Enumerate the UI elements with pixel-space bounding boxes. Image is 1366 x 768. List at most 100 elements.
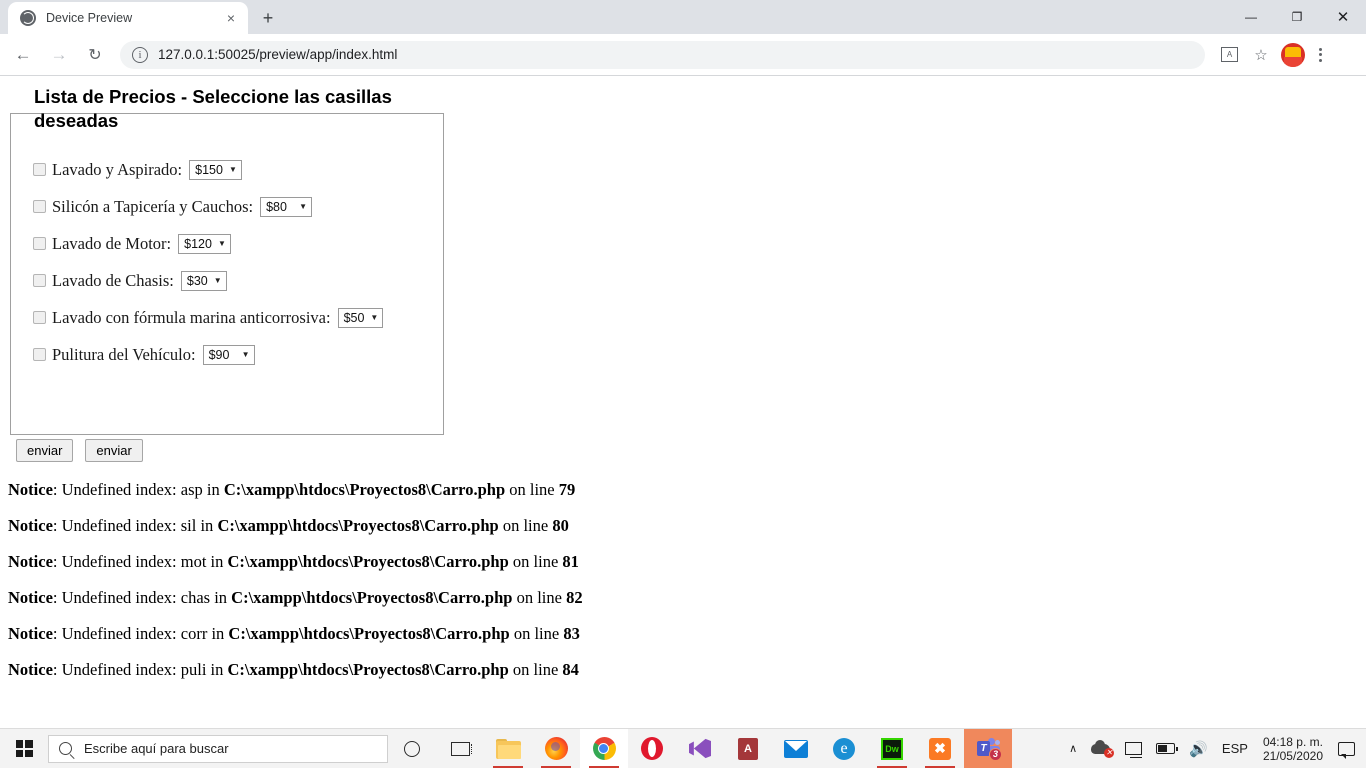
taskbar-app-dreamweaver[interactable]: Dw xyxy=(868,729,916,768)
search-icon xyxy=(59,742,72,755)
price-select-lavado-chasis[interactable]: $30 ▼ xyxy=(180,270,227,291)
price-select-silicon-tapiceria[interactable]: $80 ▼ xyxy=(260,196,313,217)
network-tray-icon[interactable] xyxy=(1118,729,1149,768)
avatar[interactable] xyxy=(1281,42,1305,67)
bookmark-star-icon[interactable]: ☆ xyxy=(1247,41,1275,69)
notification-center-button[interactable] xyxy=(1331,729,1362,768)
list-item[interactable]: Lavado de Motor: $120 ▼ xyxy=(33,232,443,255)
page-viewport: Lista de Precios - Seleccione las casill… xyxy=(0,77,1366,728)
list-item[interactable]: Lavado y Aspirado: $150 ▼ xyxy=(33,158,443,181)
tab-title: Device Preview xyxy=(46,11,133,25)
taskbar-search-input[interactable]: Escribe aquí para buscar xyxy=(48,734,388,763)
minimize-button[interactable]: — xyxy=(1228,0,1274,34)
checkbox-formula-marina[interactable] xyxy=(33,311,46,324)
onedrive-error-badge: ✕ xyxy=(1104,748,1115,758)
price-select-pulitura-vehiculo[interactable]: $90 ▼ xyxy=(202,344,255,365)
list-item-label: Lavado con fórmula marina anticorrosiva: xyxy=(52,307,331,327)
notice-file: C:\xampp\htdocs\Proyectos8\Carro.php xyxy=(227,552,509,571)
clock[interactable]: 04:18 p. m. 21/05/2020 xyxy=(1255,735,1331,763)
close-tab-icon[interactable]: × xyxy=(222,9,240,27)
visual-studio-code-icon xyxy=(689,738,711,759)
taskbar-app-opera[interactable] xyxy=(628,729,676,768)
translate-glyph: A xyxy=(1220,47,1238,62)
taskbar-app-edge[interactable]: e xyxy=(820,729,868,768)
list-item-label: Lavado y Aspirado: xyxy=(52,159,183,179)
notice-online: on line xyxy=(512,588,567,607)
taskbar-app-xampp[interactable]: ✖ xyxy=(916,729,964,768)
notice-tag: Notice xyxy=(8,516,53,535)
php-notice: Notice: Undefined index: chas in C:\xamp… xyxy=(8,588,1358,608)
page-content: Lista de Precios - Seleccione las casill… xyxy=(0,77,1366,704)
taskbar-app-vscode[interactable] xyxy=(676,729,724,768)
price-select-formula-marina[interactable]: $50 ▼ xyxy=(337,307,384,328)
notice-sep: : xyxy=(52,624,62,643)
notice-online: on line xyxy=(498,516,553,535)
notification-icon xyxy=(1338,741,1355,759)
volume-tray-icon[interactable]: 🔊 xyxy=(1182,729,1215,768)
window-controls: — ❐ ✕ xyxy=(1228,0,1366,34)
notice-file: C:\xampp\htdocs\Proyectos8\Carro.php xyxy=(228,624,510,643)
microsoft-teams-icon: T 3 xyxy=(976,737,1002,761)
notice-message: Undefined index: mot in xyxy=(61,552,228,571)
list-item[interactable]: Pulitura del Vehículo: $90 ▼ xyxy=(33,343,443,366)
taskbar-app-file-explorer[interactable] xyxy=(484,729,532,768)
cortana-button[interactable] xyxy=(388,729,436,768)
onedrive-icon: ✕ xyxy=(1091,740,1115,758)
price-select-lavado-motor[interactable]: $120 ▼ xyxy=(178,233,231,254)
submit-button-2[interactable]: enviar xyxy=(85,439,143,462)
taskbar-app-chrome[interactable] xyxy=(580,728,628,768)
list-item-label: Lavado de Motor: xyxy=(52,233,172,253)
list-item[interactable]: Lavado con fórmula marina anticorrosiva:… xyxy=(33,306,443,329)
taskbar-app-teams[interactable]: T 3 xyxy=(964,728,1012,768)
site-info-icon[interactable]: i xyxy=(132,46,148,63)
list-item[interactable]: Silicón a Tapicería y Cauchos: $80 ▼ xyxy=(33,195,443,218)
close-window-button[interactable]: ✕ xyxy=(1320,0,1366,34)
windows-logo-icon xyxy=(15,740,33,757)
price-value: $90 xyxy=(208,347,230,362)
taskbar-app-mail[interactable] xyxy=(772,729,820,768)
php-notice: Notice: Undefined index: corr in C:\xamp… xyxy=(8,624,1358,644)
browser-tab[interactable]: Device Preview × xyxy=(8,2,248,34)
address-bar[interactable]: i 127.0.0.1:50025/preview/app/index.html xyxy=(120,40,1205,69)
translate-icon[interactable]: A xyxy=(1215,41,1243,69)
checkbox-lavado-chasis[interactable] xyxy=(33,274,46,287)
notice-tag: Notice xyxy=(8,588,53,607)
checkbox-silicon-tapiceria[interactable] xyxy=(33,200,46,213)
back-button[interactable]: ← xyxy=(8,40,38,70)
battery-tray-icon[interactable] xyxy=(1149,729,1182,768)
notice-sep: : xyxy=(52,480,62,499)
language-indicator[interactable]: ESP xyxy=(1215,729,1255,768)
taskbar-app-firefox[interactable] xyxy=(532,729,580,768)
task-view-button[interactable] xyxy=(436,729,484,768)
chevron-down-icon: ▼ xyxy=(370,312,379,322)
notice-line: 81 xyxy=(562,552,579,571)
taskbar-app-access[interactable]: A xyxy=(724,729,772,768)
chevron-down-icon: ▼ xyxy=(241,349,250,359)
submit-button-1[interactable]: enviar xyxy=(16,439,74,462)
list-item-label: Pulitura del Vehículo: xyxy=(52,344,196,364)
checkbox-pulitura-vehiculo[interactable] xyxy=(33,348,46,361)
maximize-button[interactable]: ❐ xyxy=(1274,0,1320,34)
network-icon xyxy=(1125,742,1143,759)
list-item[interactable]: Lavado de Chasis: $30 ▼ xyxy=(33,269,443,292)
forward-button[interactable]: → xyxy=(44,40,74,70)
microsoft-edge-icon: e xyxy=(833,737,855,760)
checkbox-lavado-motor[interactable] xyxy=(33,237,46,250)
microsoft-access-icon: A xyxy=(738,737,758,760)
reload-button[interactable]: ↻ xyxy=(80,40,110,70)
php-notices: Notice: Undefined index: asp in C:\xampp… xyxy=(8,480,1358,680)
checkbox-lavado-aspirado[interactable] xyxy=(33,163,46,176)
show-hidden-icons-button[interactable]: ∧ xyxy=(1062,729,1084,768)
price-value: $30 xyxy=(186,273,208,288)
browser-menu-button[interactable] xyxy=(1307,41,1333,69)
price-select-lavado-aspirado[interactable]: $150 ▼ xyxy=(189,159,242,180)
php-notice: Notice: Undefined index: puli in C:\xamp… xyxy=(8,660,1358,680)
php-notice: Notice: Undefined index: sil in C:\xampp… xyxy=(8,516,1358,536)
onedrive-tray-icon[interactable]: ✕ xyxy=(1084,729,1118,768)
chrome-icon xyxy=(592,737,616,760)
new-tab-button[interactable]: + xyxy=(254,4,282,32)
start-button[interactable] xyxy=(0,729,48,768)
browser-titlebar: Device Preview × + — ❐ ✕ xyxy=(0,0,1366,34)
notice-message: Undefined index: sil in xyxy=(61,516,218,535)
notice-file: C:\xampp\htdocs\Proyectos8\Carro.php xyxy=(223,480,506,499)
